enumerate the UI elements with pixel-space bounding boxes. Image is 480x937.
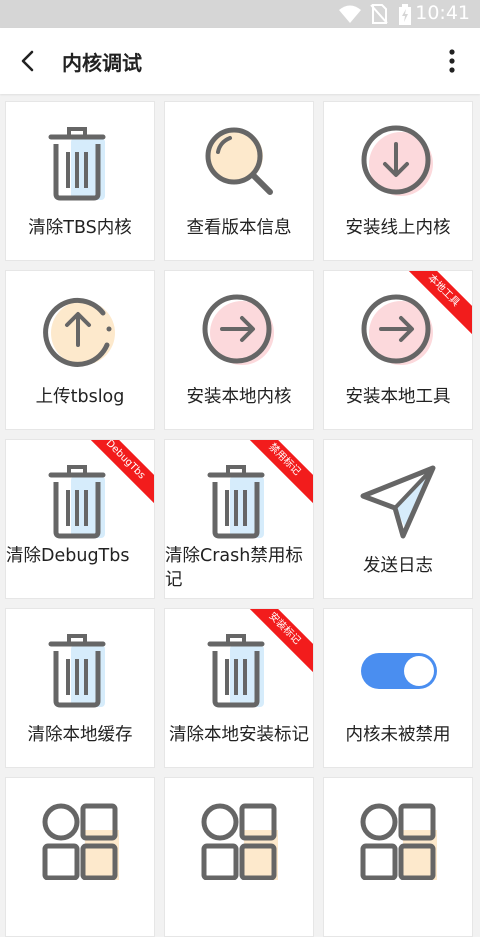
grid-tile[interactable]: 内核未被禁用 [323,608,473,768]
tile-label: 清除Crash禁用标记 [165,546,303,590]
grid-apps-icon [201,803,278,880]
grid-apps-icon [360,803,437,880]
download-circle-icon [361,125,433,196]
status-time: 10:41 [415,2,470,24]
tile-label: 清除本地安装标记 [169,725,309,745]
grid-tile[interactable]: 上传tbslog [5,270,155,430]
grid-tile[interactable]: 安装本地工具 本地工具 [323,270,473,430]
arrow-right-circle-icon [361,294,433,365]
magnifier-icon [205,127,273,195]
tile-label: 安装本地内核 [186,387,292,407]
trash-icon [48,465,106,539]
toggle-switch-icon [361,653,437,689]
tile-label: 清除DebugTbs [6,546,130,566]
no-sim-icon [370,4,388,24]
tile-label: 发送日志 [363,556,433,576]
trash-icon [48,634,106,708]
grid-tile[interactable]: 安装线上内核 [323,101,473,261]
tile-label: 安装线上内核 [345,218,451,238]
grid-tile[interactable]: 清除本地缓存 [5,608,155,768]
trash-icon [207,465,265,539]
tile-label: 上传tbslog [35,387,125,407]
grid-tile[interactable]: 清除本地安装标记 安装标记 [164,608,314,768]
trash-icon [48,127,106,201]
grid-tile[interactable]: 安装本地内核 [164,270,314,430]
more-vertical-icon[interactable] [440,48,464,74]
app-bar: 内核调试 [0,28,480,94]
grid-tile[interactable]: 清除TBS内核 [5,101,155,261]
tile-label: 内核未被禁用 [345,725,451,745]
grid-tile[interactable]: 发送日志 [323,439,473,599]
trash-icon [207,634,265,708]
upload-circle-icon [43,297,115,367]
tile-label: 查看版本信息 [186,218,292,238]
grid-tile[interactable]: 清除Crash禁用标记 禁用标记 [164,439,314,599]
arrow-right-circle-icon [202,294,274,365]
tile-label: 清除TBS内核 [28,218,132,238]
grid-tile[interactable]: 查看版本信息 [164,101,314,261]
grid-tile[interactable] [323,777,473,937]
grid-apps-icon [42,803,119,880]
grid-tile[interactable]: 清除DebugTbs DebugTbs [5,439,155,599]
tile-label: 安装本地工具 [345,387,451,407]
tile-label: 清除本地缓存 [27,725,133,745]
grid-tile[interactable] [5,777,155,937]
paper-plane-icon [360,465,436,539]
wifi-icon [339,5,361,23]
status-bar: 10:41 [0,0,480,28]
battery-charging-icon [399,4,411,25]
page-title: 内核调试 [62,51,142,75]
grid-tile[interactable] [164,777,314,937]
back-arrow-icon[interactable] [14,47,42,75]
